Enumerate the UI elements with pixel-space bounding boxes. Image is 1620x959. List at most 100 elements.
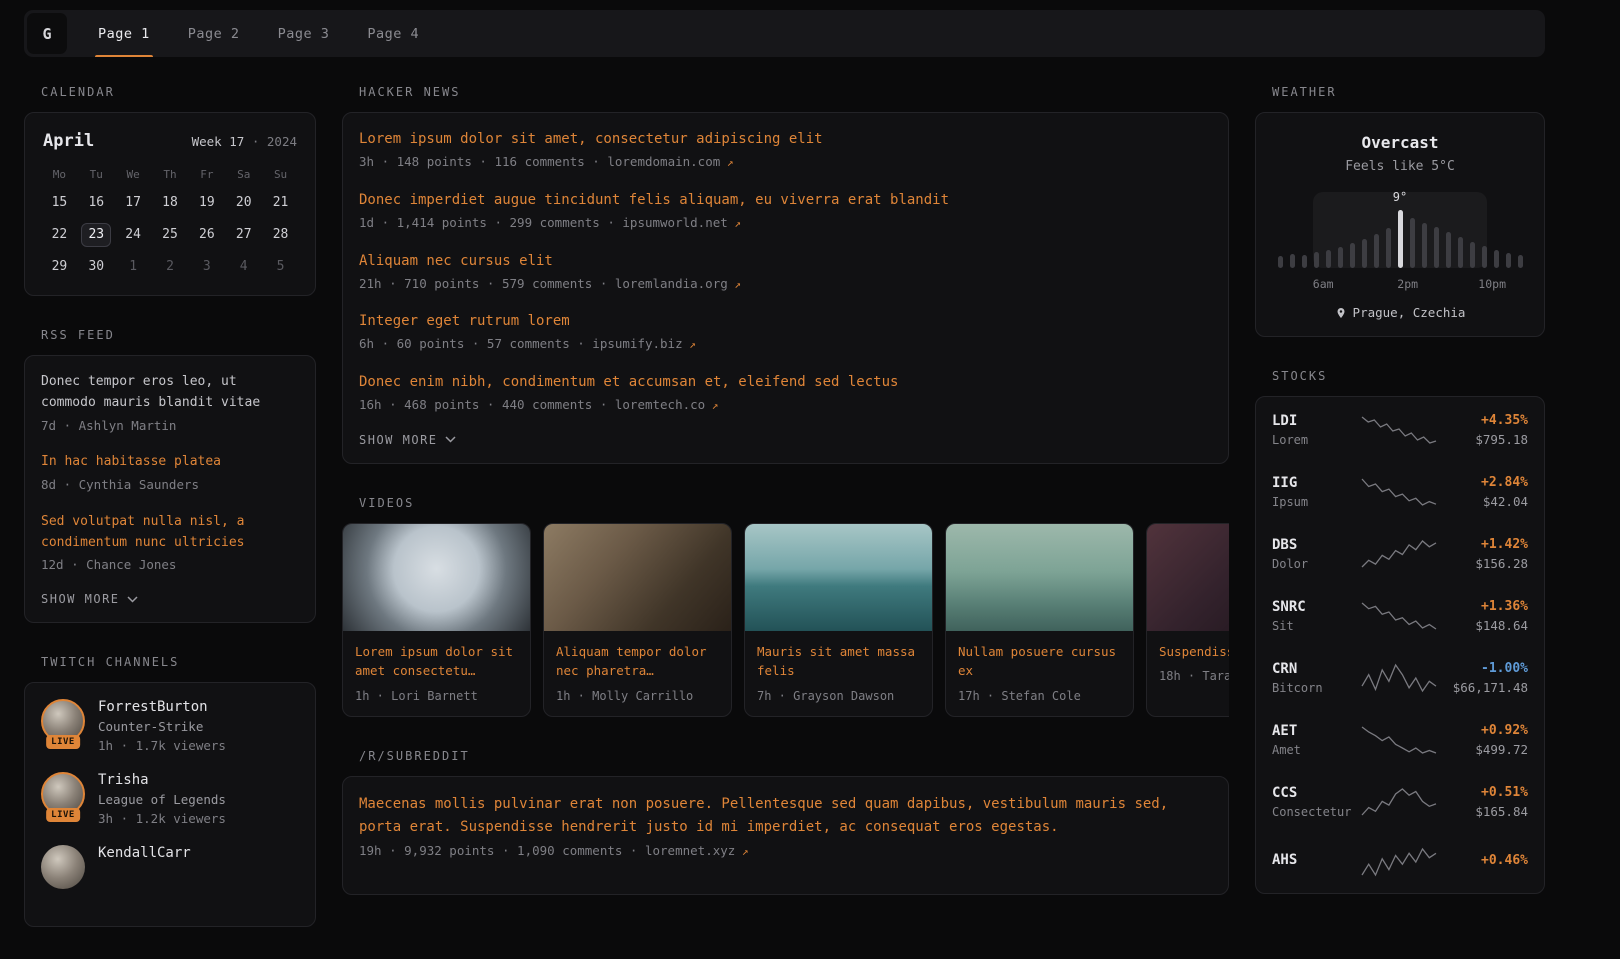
rss-show-more-button[interactable]: SHOW MORE: [41, 592, 299, 606]
rss-item-meta: 12d · Chance Jones: [41, 556, 299, 575]
stock-symbol: CRN: [1272, 661, 1360, 677]
weather-hour-bar: [1338, 247, 1343, 268]
stock-sparkline: [1360, 847, 1438, 877]
hackernews-list: Lorem ipsum dolor sit amet, consectetur …: [359, 129, 1212, 415]
calendar-day: 2: [155, 255, 185, 279]
rss-item-title[interactable]: Sed volutpat nulla nisl, a condimentum n…: [41, 512, 299, 554]
app-logo: G: [27, 13, 67, 54]
calendar-day: 30: [81, 255, 111, 279]
video-thumbnail[interactable]: [745, 524, 932, 631]
video-card[interactable]: Suspendisse diam 18h · Tara: [1146, 523, 1229, 717]
page-tab[interactable]: Page 2: [169, 10, 259, 57]
video-title[interactable]: Suspendisse diam: [1159, 642, 1229, 661]
rss-item-title[interactable]: In hac habitasse platea: [41, 452, 299, 473]
page-tab[interactable]: Page 1: [79, 10, 169, 57]
page-tab[interactable]: Page 4: [348, 10, 438, 57]
video-title[interactable]: Nullam posuere cursus ex: [958, 642, 1121, 681]
video-thumbnail[interactable]: [544, 524, 731, 631]
video-thumbnail[interactable]: [343, 524, 530, 631]
topbar: G Page 1 Page 2 Page 3 Page 4: [24, 10, 1545, 57]
stock-identifiers: IIG Ipsum: [1272, 475, 1360, 509]
calendar-day: 4: [229, 255, 259, 279]
twitch-card: LIVE ForrestBurton Counter-Strike 1h · 1…: [24, 682, 316, 927]
item-domain-link[interactable]: ipsumify.biz: [592, 336, 682, 351]
twitch-channel-row[interactable]: LIVE Trisha League of Legends 3h · 1.2k …: [41, 772, 299, 826]
stock-row[interactable]: AET Amet +0.92% $499.72: [1272, 723, 1528, 757]
channel-name[interactable]: Trisha: [98, 772, 226, 788]
calendar-day: 27: [229, 223, 259, 247]
video-title[interactable]: Aliquam tempor dolor nec pharetra…: [556, 642, 719, 681]
rss-item-title[interactable]: Donec tempor eros leo, ut commodo mauris…: [41, 372, 299, 414]
weather-time-label: 2pm: [1397, 277, 1418, 291]
weather-hour-bar: [1374, 234, 1379, 268]
calendar-day: 18: [155, 191, 185, 215]
channel-name[interactable]: ForrestBurton: [98, 699, 226, 715]
external-link-icon: ↗: [720, 156, 733, 169]
video-card[interactable]: Aliquam tempor dolor nec pharetra… 1h · …: [543, 523, 732, 717]
hackernews-item-title[interactable]: Aliquam nec cursus elit: [359, 251, 1212, 272]
twitch-channel-row[interactable]: KendallCarr: [41, 845, 299, 891]
stock-values: +4.35% $795.18: [1438, 413, 1528, 447]
weather-time-label: 6am: [1313, 277, 1334, 291]
calendar-day: 1: [118, 255, 148, 279]
weather-chart: 9°: [1272, 188, 1528, 268]
rss-widget: RSS FEED Donec tempor eros leo, ut commo…: [24, 328, 316, 623]
weather-location: Prague, Czechia: [1272, 305, 1528, 320]
stock-sparkline: [1360, 415, 1438, 445]
channel-info: ForrestBurton Counter-Strike 1h · 1.7k v…: [98, 699, 226, 753]
hackernews-item-title[interactable]: Lorem ipsum dolor sit amet, consectetur …: [359, 129, 1212, 150]
stock-row[interactable]: LDI Lorem +4.35% $795.18: [1272, 413, 1528, 447]
weather-feels-like: Feels like 5°C: [1272, 159, 1528, 174]
video-title[interactable]: Mauris sit amet massa felis: [757, 642, 920, 681]
external-link-icon: ↗: [728, 278, 741, 291]
stock-name: Consectetur: [1272, 805, 1360, 819]
video-card[interactable]: Mauris sit amet massa felis 7h · Grayson…: [744, 523, 933, 717]
video-thumbnail[interactable]: [946, 524, 1133, 631]
stock-price: $156.28: [1438, 556, 1528, 571]
item-domain-link[interactable]: loremtech.co: [615, 397, 705, 412]
page-tab[interactable]: Page 3: [259, 10, 349, 57]
stock-sparkline: [1360, 539, 1438, 569]
item-domain-link[interactable]: loremlandia.org: [615, 276, 728, 291]
item-domain-link[interactable]: loremdomain.com: [607, 154, 720, 169]
video-card-body: Mauris sit amet massa felis 7h · Grayson…: [745, 631, 932, 716]
page-tab-label: Page 3: [278, 26, 330, 42]
location-pin-icon: [1335, 306, 1347, 320]
channel-info: Trisha League of Legends 3h · 1.2k viewe…: [98, 772, 226, 826]
channel-name[interactable]: KendallCarr: [98, 845, 191, 861]
stock-row[interactable]: SNRC Sit +1.36% $148.64: [1272, 599, 1528, 633]
column-right: WEATHER Overcast Feels like 5°C 9° 6am2p…: [1255, 85, 1545, 959]
video-card[interactable]: Nullam posuere cursus ex 17h · Stefan Co…: [945, 523, 1134, 717]
calendar-day: 15: [44, 191, 74, 215]
video-title[interactable]: Lorem ipsum dolor sit amet consectetu…: [355, 642, 518, 681]
item-domain-link[interactable]: ipsumworld.net: [622, 215, 727, 230]
twitch-channel-row[interactable]: LIVE ForrestBurton Counter-Strike 1h · 1…: [41, 699, 299, 753]
hackernews-item-title[interactable]: Donec imperdiet augue tincidunt felis al…: [359, 190, 1212, 211]
channel-viewers: 3h · 1.2k viewers: [98, 811, 226, 826]
dashboard-columns: CALENDAR April Week 17 · 2024 MoTuWeThFr…: [24, 85, 1545, 959]
channel-game: Counter-Strike: [98, 719, 226, 734]
stock-change: +4.35%: [1438, 413, 1528, 428]
hackernews-item-title[interactable]: Donec enim nibh, condimentum et accumsan…: [359, 372, 1212, 393]
stock-row[interactable]: DBS Dolor +1.42% $156.28: [1272, 537, 1528, 571]
live-badge: LIVE: [46, 808, 80, 822]
video-meta: 7h · Grayson Dawson: [757, 689, 920, 703]
stock-row[interactable]: IIG Ipsum +2.84% $42.04: [1272, 475, 1528, 509]
hackernews-item-title[interactable]: Integer eget rutrum lorem: [359, 311, 1212, 332]
stock-price: $42.04: [1438, 494, 1528, 509]
video-card[interactable]: Lorem ipsum dolor sit amet consectetu… 1…: [342, 523, 531, 717]
stock-values: +1.42% $156.28: [1438, 537, 1528, 571]
weather-hour-bar: [1302, 255, 1307, 268]
stock-sparkline: [1360, 787, 1438, 817]
stock-row[interactable]: CRN Bitcorn -1.00% $66,171.48: [1272, 661, 1528, 695]
channel-avatar: [41, 845, 85, 891]
calendar-day-name: We: [127, 168, 140, 181]
item-domain-link[interactable]: loremnet.xyz: [645, 843, 735, 858]
stock-row[interactable]: AHS +0.46%: [1272, 847, 1528, 877]
stock-symbol: AHS: [1272, 852, 1360, 868]
weather-hour-bar: [1506, 253, 1511, 268]
video-thumbnail[interactable]: [1147, 524, 1229, 631]
hackernews-show-more-button[interactable]: SHOW MORE: [359, 433, 1212, 447]
stock-row[interactable]: CCS Consectetur +0.51% $165.84: [1272, 785, 1528, 819]
subreddit-post-title[interactable]: Maecenas mollis pulvinar erat non posuer…: [359, 793, 1212, 839]
